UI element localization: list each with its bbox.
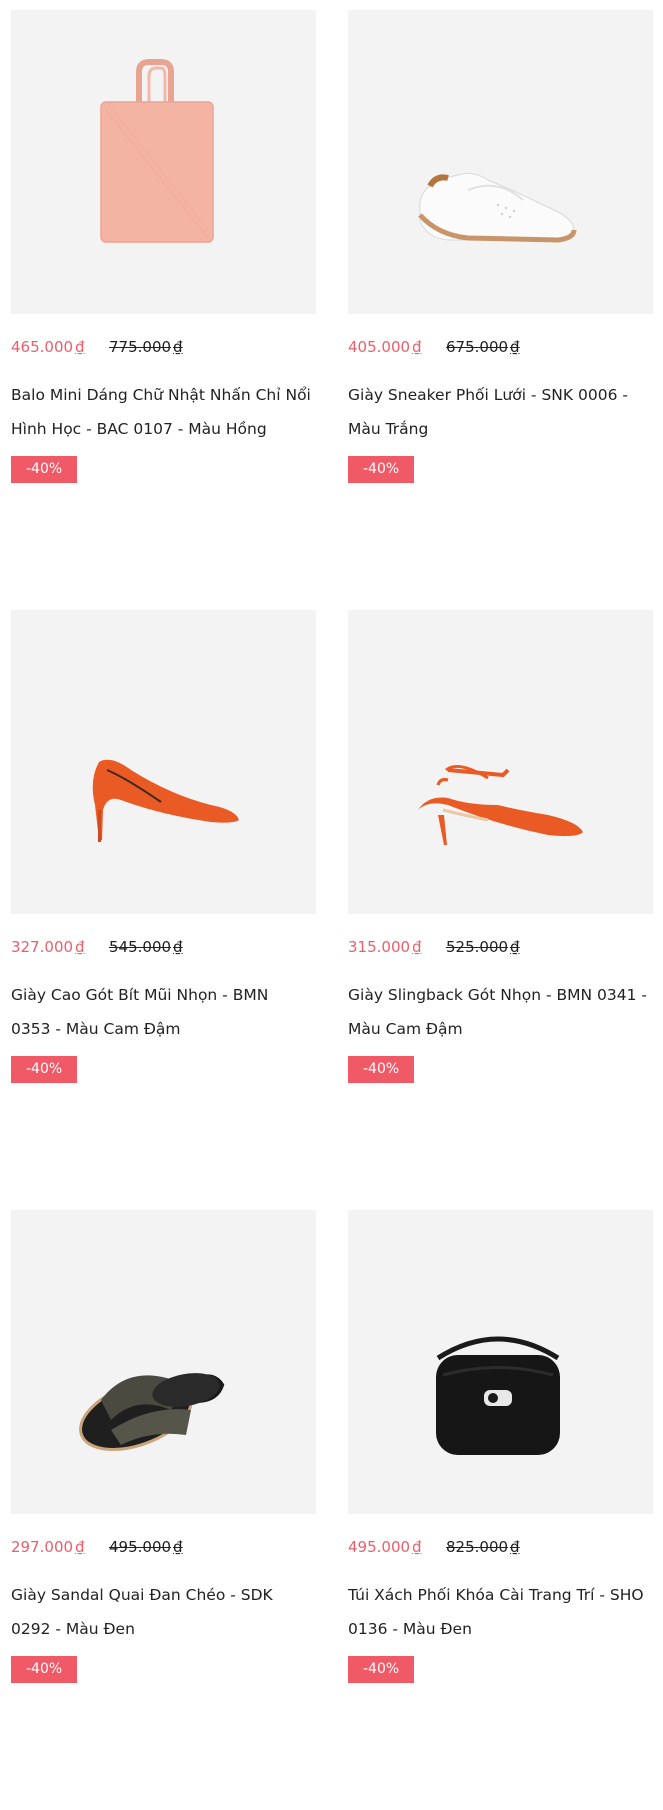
product-card[interactable]: 315.000 ₫ 525.000 ₫ Giày Slingback Gót Nhọ…: [348, 610, 653, 1210]
product-image[interactable]: [11, 1210, 316, 1514]
price-row: 495.000 ₫ 825.000 ₫: [348, 1534, 653, 1560]
original-price: 825.000 ₫: [446, 1538, 520, 1556]
sale-price: 327.000 ₫: [11, 938, 85, 956]
price-row: 465.000 ₫ 775.000 ₫: [11, 334, 316, 360]
original-price: 675.000 ₫: [446, 338, 520, 356]
sale-price: 495.000 ₫: [348, 1538, 422, 1556]
sale-price: 405.000 ₫: [348, 338, 422, 356]
sale-price: 315.000 ₫: [348, 938, 422, 956]
price-row: 315.000 ₫ 525.000 ₫: [348, 934, 653, 960]
product-name[interactable]: Balo Mini Dáng Chữ Nhật Nhấn Chỉ Nổi Hìn…: [11, 378, 311, 446]
original-price: 545.000 ₫: [109, 938, 183, 956]
original-price: 495.000 ₫: [109, 1538, 183, 1556]
discount-badge: -40%: [348, 1656, 415, 1683]
price-row: 405.000 ₫ 675.000 ₫: [348, 334, 653, 360]
black-cross-strap-sandal-icon: [79, 1373, 225, 1451]
product-card[interactable]: 297.000 ₫ 495.000 ₫ Giày Sandal Quai Đan C…: [11, 1210, 316, 1810]
product-image[interactable]: [348, 1210, 653, 1514]
product-card[interactable]: 327.000 ₫ 545.000 ₫ Giày Cao Gót Bít Mũi N…: [11, 610, 316, 1210]
pink-tote-bag-icon: [100, 59, 214, 243]
product-card[interactable]: 495.000 ₫ 825.000 ₫ Túi Xách Phối Khóa Cài…: [348, 1210, 653, 1810]
white-sneaker-icon: [418, 172, 577, 243]
orange-pump-heel-icon: [92, 759, 239, 842]
discount-badge: -40%: [11, 456, 78, 483]
sale-price: 297.000 ₫: [11, 1538, 85, 1556]
product-name[interactable]: Giày Sneaker Phối Lưới - SNK 0006 - Màu …: [348, 378, 648, 446]
product-card[interactable]: 405.000 ₫ 675.000 ₫ Giày Sneaker Phối Lưới…: [348, 10, 653, 610]
product-grid: 465.000 ₫ 775.000 ₫ Balo Mini Dáng Chữ Nhậ…: [11, 10, 653, 1810]
black-handbag-icon: [436, 1336, 560, 1455]
product-name[interactable]: Giày Cao Gót Bít Mũi Nhọn - BMN 0353 - M…: [11, 978, 311, 1046]
product-image[interactable]: [11, 610, 316, 914]
discount-badge: -40%: [348, 456, 415, 483]
discount-badge: -40%: [11, 1056, 78, 1083]
discount-badge: -40%: [348, 1056, 415, 1083]
discount-badge: -40%: [11, 1656, 78, 1683]
original-price: 775.000 ₫: [109, 338, 183, 356]
product-image[interactable]: [348, 610, 653, 914]
product-card[interactable]: 465.000 ₫ 775.000 ₫ Balo Mini Dáng Chữ Nhậ…: [11, 10, 316, 610]
product-image[interactable]: [348, 10, 653, 314]
product-name[interactable]: Giày Slingback Gót Nhọn - BMN 0341 - Màu…: [348, 978, 648, 1046]
orange-slingback-heel-icon: [418, 764, 583, 845]
price-row: 327.000 ₫ 545.000 ₫: [11, 934, 316, 960]
original-price: 525.000 ₫: [446, 938, 520, 956]
price-row: 297.000 ₫ 495.000 ₫: [11, 1534, 316, 1560]
product-name[interactable]: Giày Sandal Quai Đan Chéo - SDK 0292 - M…: [11, 1578, 311, 1646]
sale-price: 465.000 ₫: [11, 338, 85, 356]
product-image[interactable]: [11, 10, 316, 314]
product-name[interactable]: Túi Xách Phối Khóa Cài Trang Trí - SHO 0…: [348, 1578, 648, 1646]
